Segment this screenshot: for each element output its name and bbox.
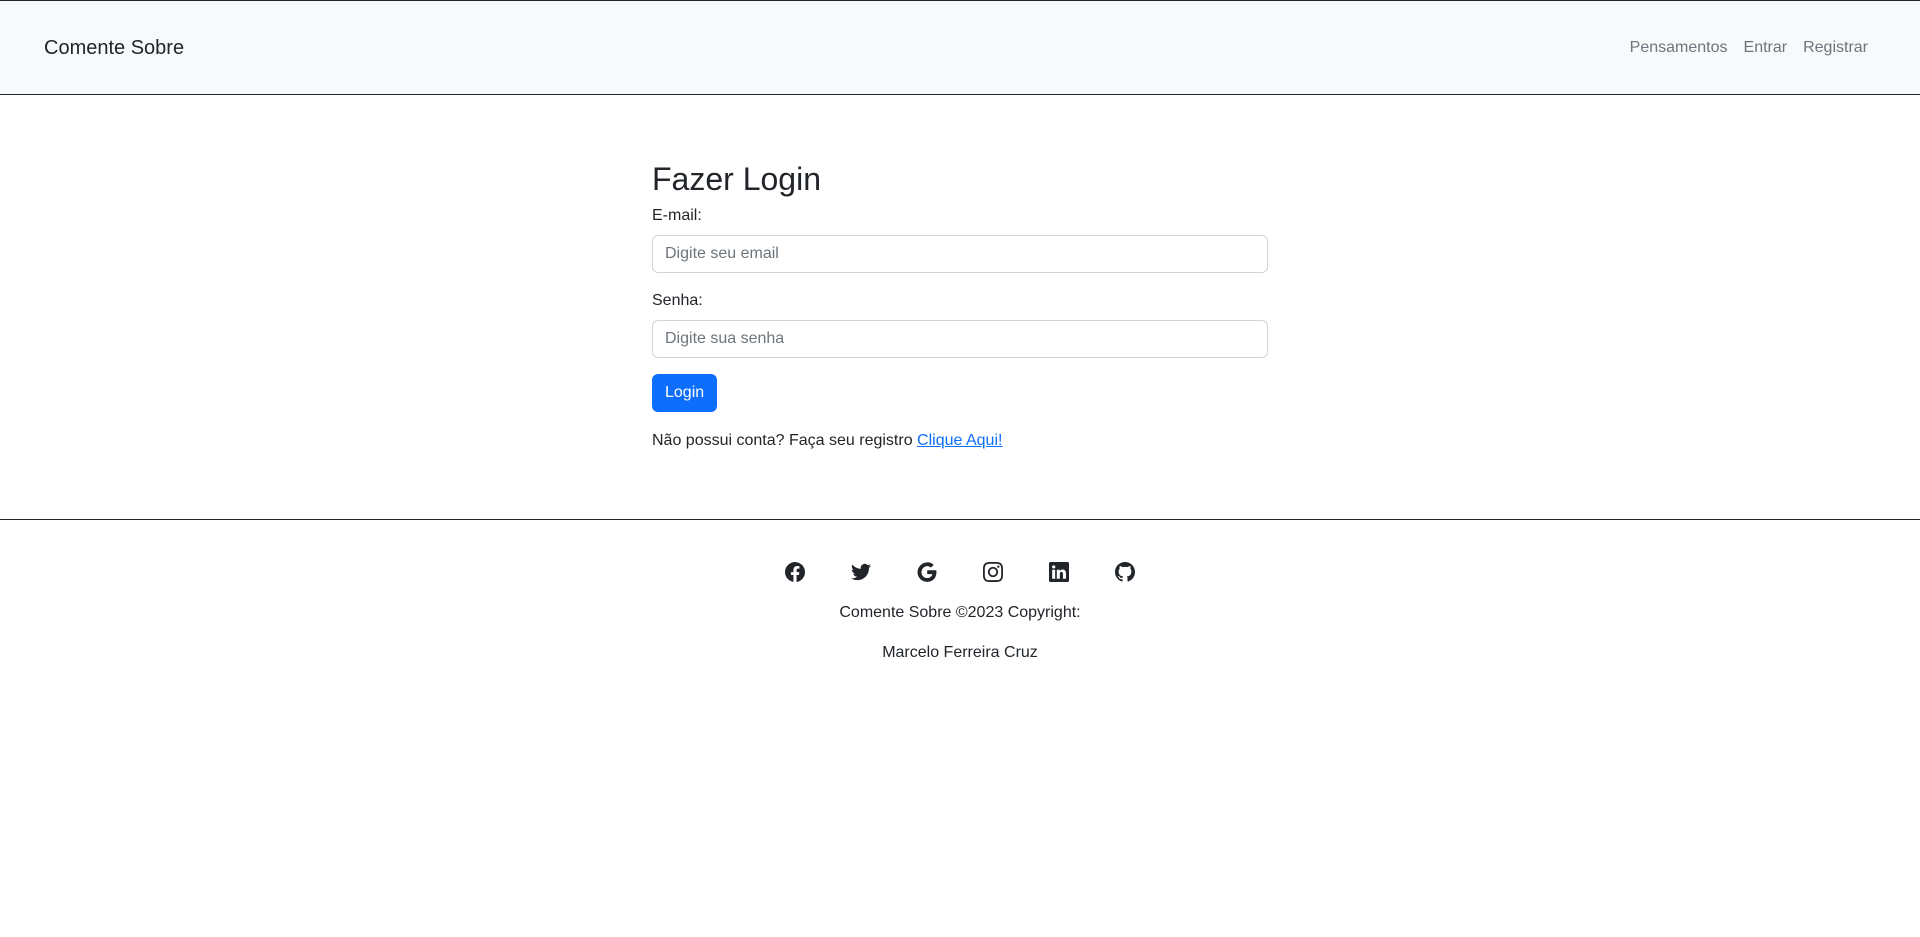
facebook-icon[interactable] xyxy=(785,562,805,582)
password-field[interactable] xyxy=(652,320,1268,358)
register-link[interactable]: Clique Aqui! xyxy=(917,432,1002,449)
author-text: Marcelo Ferreira Cruz xyxy=(882,644,1038,661)
nav-link-pensamentos[interactable]: Pensamentos xyxy=(1630,39,1728,57)
footer: Comente Sobre ©2023 Copyright: Marcelo F… xyxy=(0,519,1920,661)
github-icon[interactable] xyxy=(1115,562,1135,582)
nav-link-entrar[interactable]: Entrar xyxy=(1744,39,1788,57)
google-icon[interactable] xyxy=(917,562,937,582)
login-button[interactable]: Login xyxy=(652,374,718,412)
twitter-icon[interactable] xyxy=(851,562,871,582)
social-icons xyxy=(0,562,1920,582)
brand-link[interactable]: Comente Sobre xyxy=(44,37,184,60)
email-field[interactable] xyxy=(652,235,1268,273)
login-form: E-mail: Senha: Login xyxy=(652,206,1268,412)
page-title: Fazer Login xyxy=(652,161,821,197)
nav-link-registrar[interactable]: Registrar xyxy=(1803,39,1868,57)
email-label: E-mail: xyxy=(652,207,702,224)
copyright-text: Comente Sobre ©2023 Copyright: xyxy=(839,604,1081,621)
nav-links: Pensamentos Entrar Registrar xyxy=(1630,39,1868,57)
navbar: Comente Sobre Pensamentos Entrar Registr… xyxy=(0,0,1920,95)
password-label: Senha: xyxy=(652,292,703,309)
register-text: Não possui conta? Faça seu registro xyxy=(652,432,913,449)
register-prompt: Não possui conta? Faça seu registro Cliq… xyxy=(652,431,1268,451)
login-section: Fazer Login E-mail: Senha: Login Não pos… xyxy=(652,160,1268,451)
linkedin-icon[interactable] xyxy=(1049,562,1069,582)
instagram-icon[interactable] xyxy=(983,562,1003,582)
